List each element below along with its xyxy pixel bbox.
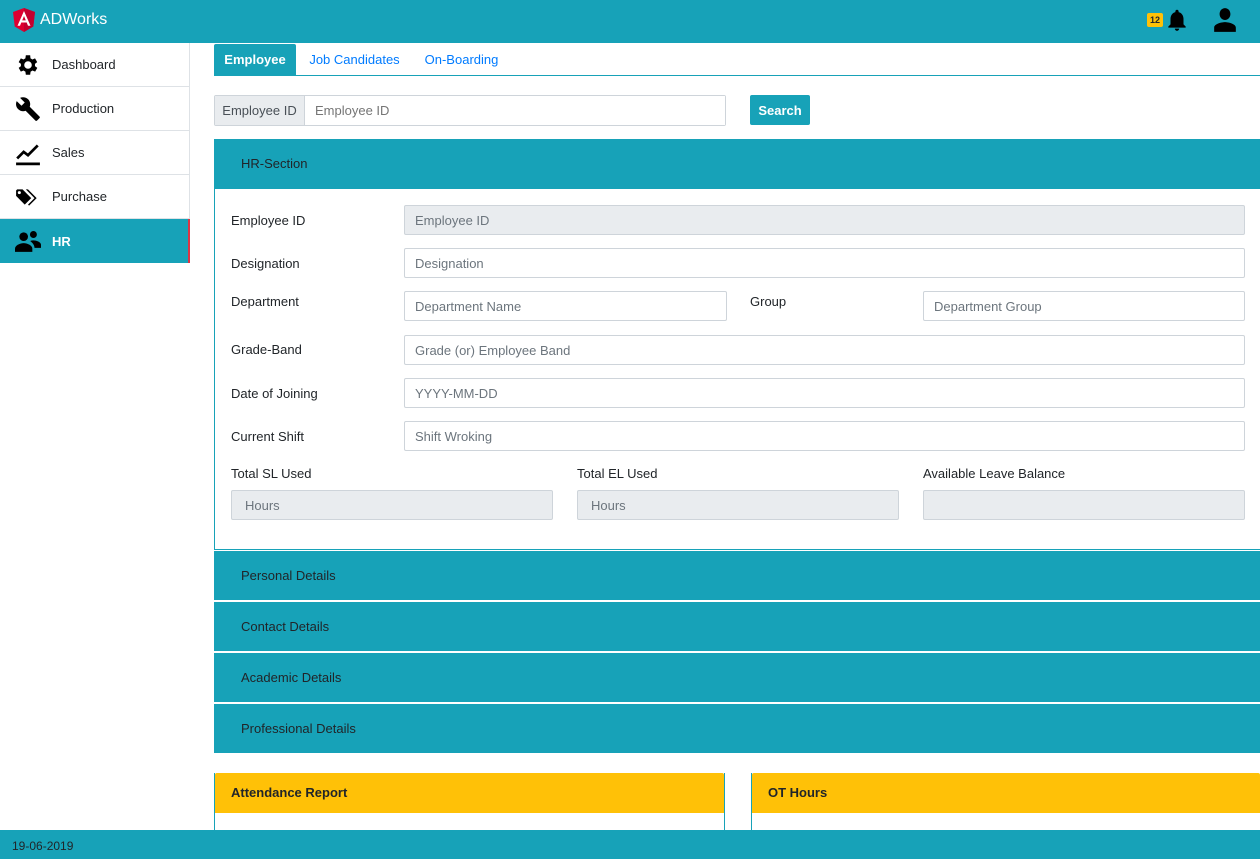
user-profile-icon[interactable] (1211, 7, 1239, 33)
designation-label: Designation (231, 256, 300, 271)
sidebar-item-label: Production (52, 101, 115, 116)
tab-job-candidates[interactable]: Job Candidates (302, 44, 407, 75)
available-leave-balance-label: Available Leave Balance (923, 466, 1066, 481)
ot-hours-title: OT Hours (752, 773, 1260, 813)
footer-date: 19-06-2019 (12, 839, 74, 853)
angular-logo-icon (13, 8, 35, 32)
tab-bar: Employee Job Candidates On-Boarding (214, 44, 1260, 76)
current-shift-label: Current Shift (231, 429, 304, 444)
department-label: Department (231, 294, 299, 309)
employee-search-group: Employee ID (214, 95, 726, 126)
designation-field[interactable] (404, 248, 1245, 278)
total-el-used-label: Total EL Used (577, 466, 658, 481)
sidebar-item-label: Sales (52, 145, 85, 160)
sidebar-item-production[interactable]: Production (0, 87, 190, 131)
sidebar-item-label: Dashboard (52, 57, 116, 72)
hr-section-header[interactable]: HR-Section (214, 139, 1260, 189)
tags-icon (16, 188, 37, 206)
sidebar-item-label: Purchase (52, 189, 107, 204)
current-shift-field[interactable] (404, 421, 1245, 451)
top-navbar: ADWorks 12 (0, 0, 1260, 43)
date-of-joining-field[interactable] (404, 378, 1245, 408)
sidebar-item-dashboard[interactable]: Dashboard (0, 43, 190, 87)
available-leave-balance-field[interactable] (923, 490, 1245, 520)
employee-id-search-input[interactable] (305, 96, 725, 125)
attendance-report-card: Attendance Report (214, 773, 725, 833)
sidebar: Dashboard Production Sales Purchase HR (0, 43, 190, 263)
total-sl-used-label: Total SL Used (231, 466, 312, 481)
app-title: ADWorks (40, 11, 108, 28)
trend-chart-icon (16, 143, 40, 165)
gear-icon (18, 54, 38, 75)
wrench-icon (16, 96, 40, 121)
department-field[interactable] (404, 291, 727, 321)
date-of-joining-label: Date of Joining (231, 386, 318, 401)
academic-details-header[interactable]: Academic Details (214, 653, 1260, 703)
bell-icon[interactable] (1164, 7, 1190, 33)
tab-employee[interactable]: Employee (214, 44, 296, 75)
sidebar-item-sales[interactable]: Sales (0, 131, 190, 175)
sidebar-item-purchase[interactable]: Purchase (0, 175, 190, 219)
total-el-used-field[interactable] (577, 490, 899, 520)
total-sl-used-field[interactable] (231, 490, 553, 520)
ot-hours-card: OT Hours (751, 773, 1260, 833)
users-icon (15, 231, 41, 252)
attendance-report-title: Attendance Report (215, 773, 724, 813)
grade-band-label: Grade-Band (231, 342, 302, 357)
personal-details-header[interactable]: Personal Details (214, 551, 1260, 601)
sidebar-item-hr[interactable]: HR (0, 219, 190, 263)
brand[interactable]: ADWorks (13, 8, 107, 32)
search-button[interactable]: Search (750, 95, 810, 125)
sidebar-item-label: HR (52, 233, 71, 249)
notification-count-badge: 12 (1147, 13, 1164, 27)
professional-details-header[interactable]: Professional Details (214, 704, 1260, 754)
footer: 19-06-2019 (0, 830, 1260, 859)
grade-band-field[interactable] (404, 335, 1245, 365)
search-prefix-label: Employee ID (215, 96, 305, 125)
employee-id-field[interactable] (404, 205, 1245, 235)
employee-id-label: Employee ID (231, 213, 306, 228)
group-label: Group (750, 294, 787, 309)
tab-on-boarding[interactable]: On-Boarding (419, 44, 504, 75)
contact-details-header[interactable]: Contact Details (214, 602, 1260, 652)
department-group-field[interactable] (923, 291, 1245, 321)
hr-section-body: Employee ID Designation Department Group… (214, 189, 1260, 550)
